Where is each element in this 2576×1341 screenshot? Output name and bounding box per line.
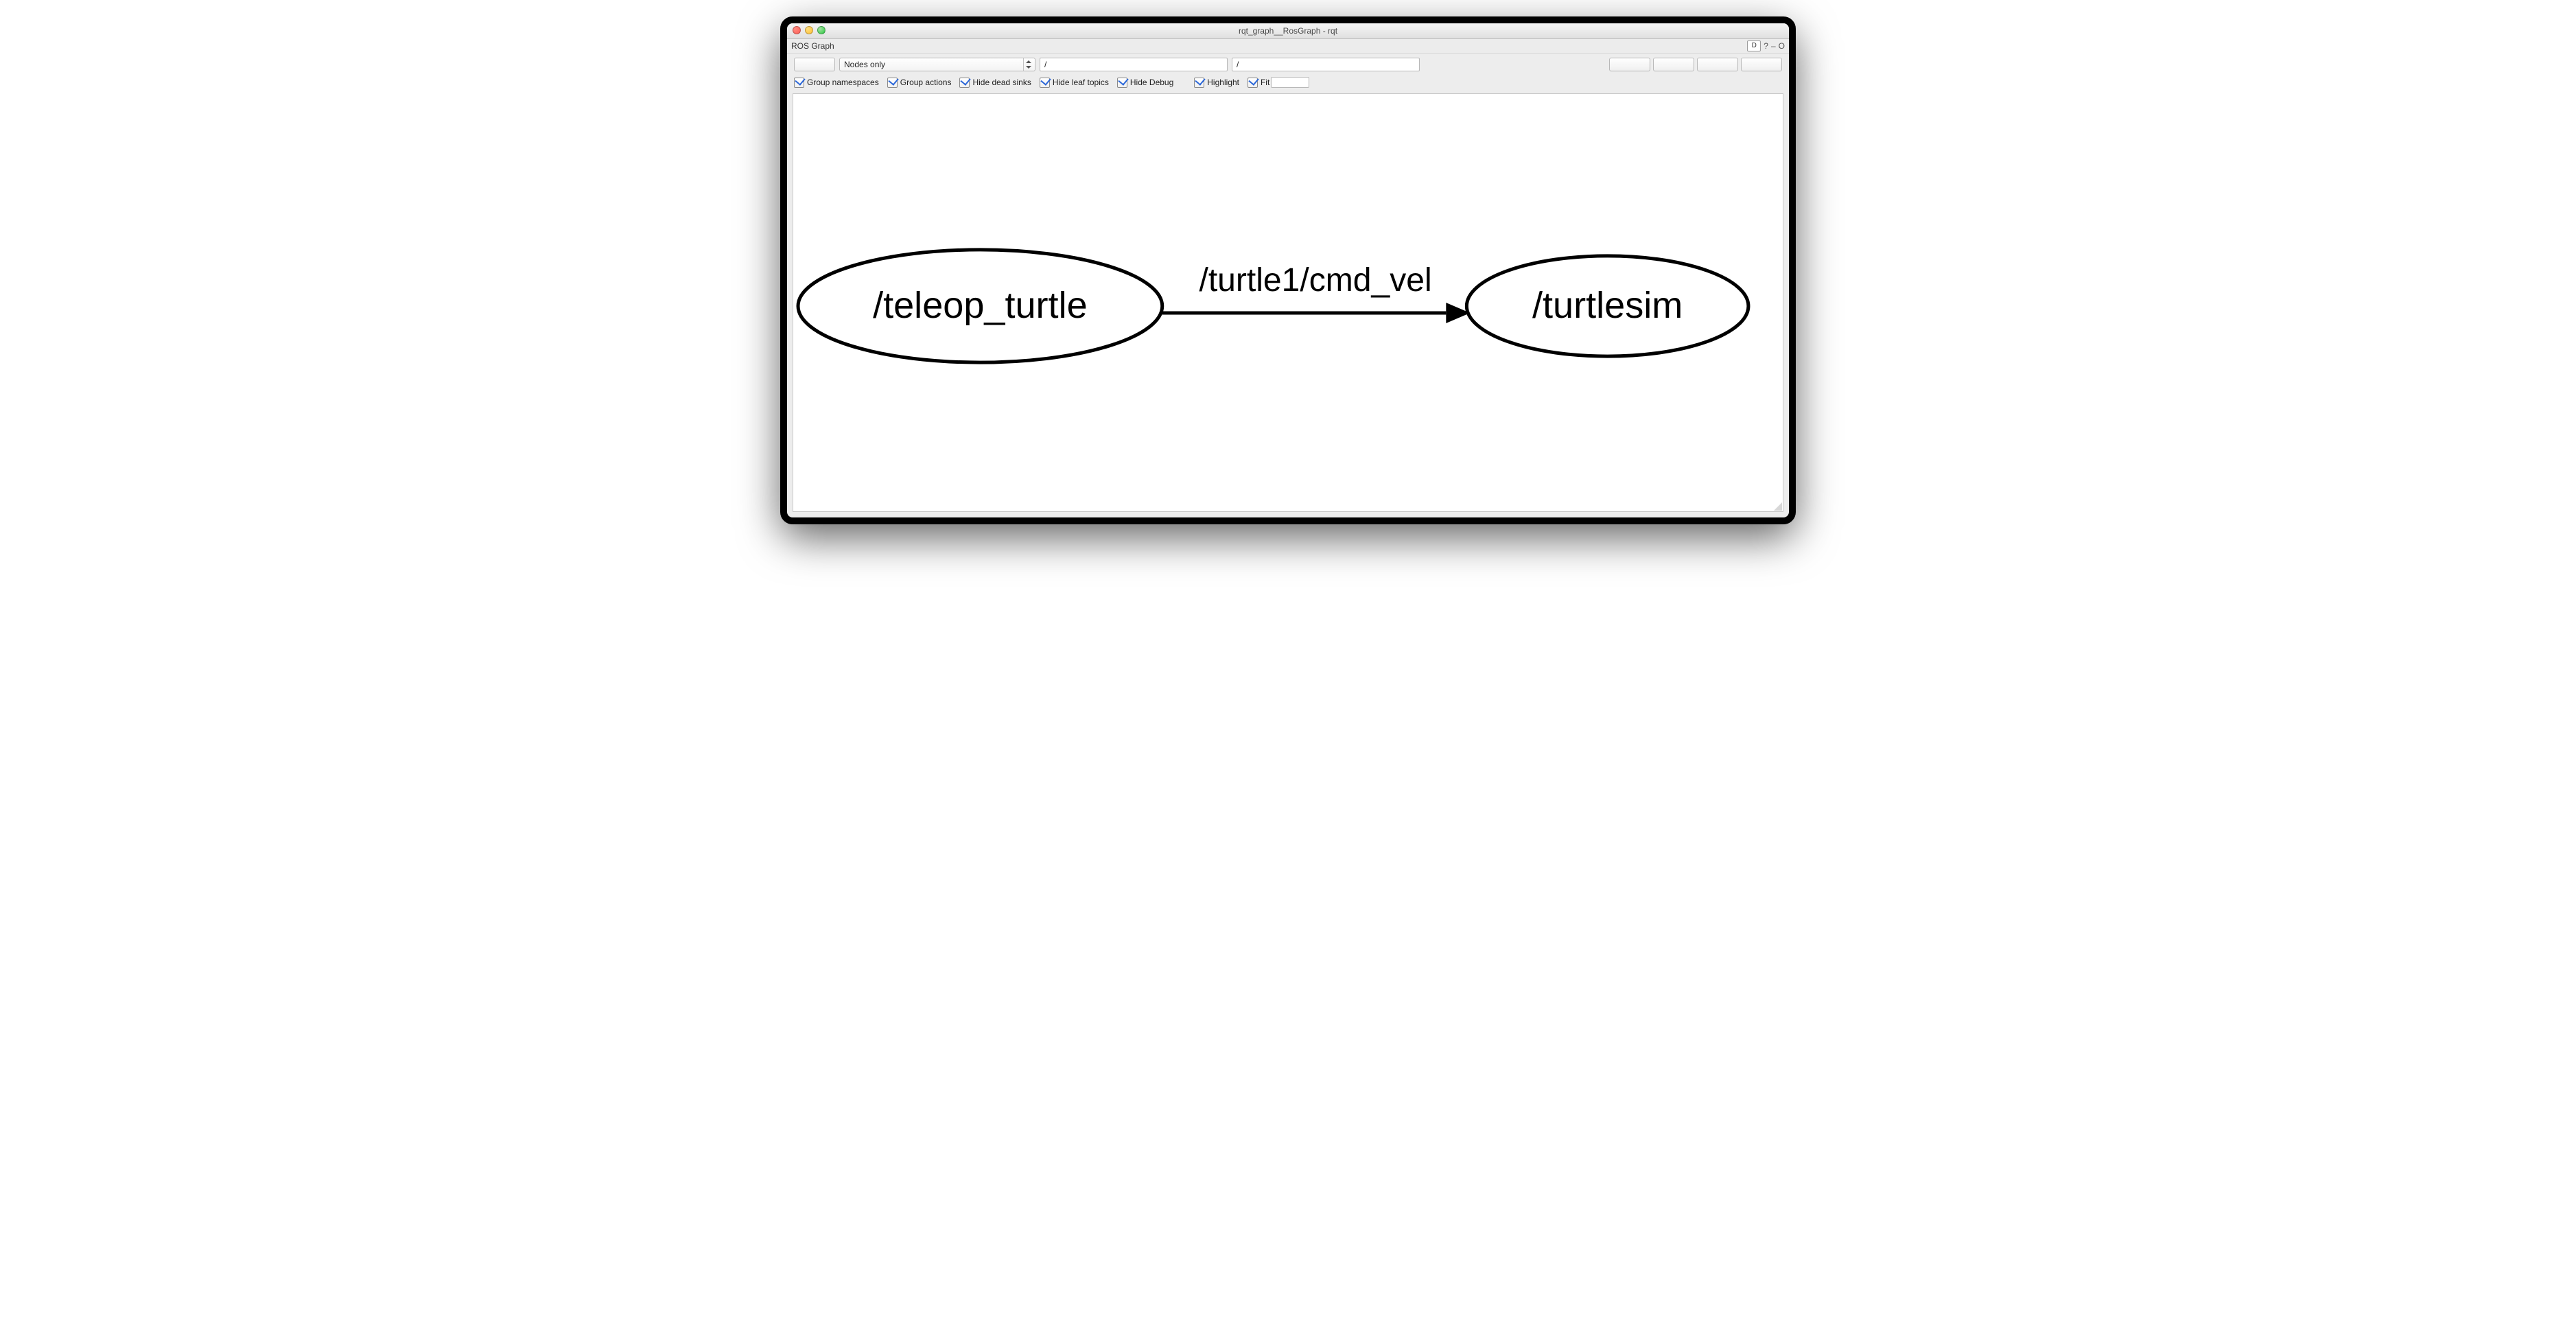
chk-group-namespaces[interactable]: Group namespaces	[794, 78, 879, 88]
checkbox-icon	[959, 78, 970, 88]
checkbox-icon	[887, 78, 898, 88]
zoom-window-icon[interactable]	[817, 26, 826, 34]
minimize-window-icon[interactable]	[805, 26, 813, 34]
traffic-lights	[793, 26, 826, 34]
close-window-icon[interactable]	[793, 26, 801, 34]
fit-ratio-input[interactable]	[1271, 77, 1309, 88]
dock-button[interactable]: D	[1747, 40, 1761, 51]
chevron-updown-icon	[1023, 58, 1033, 71]
chk-label: Hide dead sinks	[972, 78, 1031, 87]
chk-highlight[interactable]: Highlight	[1194, 78, 1239, 88]
toolbar-button-3[interactable]	[1697, 58, 1738, 71]
toolbar-row-1: Nodes only / /	[787, 54, 1789, 75]
chk-label: Group actions	[900, 78, 952, 87]
plugin-titlebar[interactable]: ROS Graph D ? – O	[787, 39, 1789, 54]
chk-hide-leaf-topics[interactable]: Hide leaf topics	[1040, 78, 1109, 88]
node-filter-input[interactable]: /	[1040, 58, 1228, 71]
toolbar-button-4[interactable]	[1741, 58, 1782, 71]
app-window: rqt_graph__RosGraph - rqt ROS Graph D ? …	[787, 23, 1789, 517]
node-teleop-turtle-label: /teleop_turtle	[873, 285, 1088, 326]
close-plugin-button[interactable]: O	[1779, 41, 1785, 51]
refresh-button[interactable]	[794, 58, 835, 71]
plugin-title: ROS Graph	[791, 41, 834, 51]
topic-filter-value: /	[1237, 60, 1239, 69]
checkbox-icon	[1248, 78, 1258, 88]
edge-label: /turtle1/cmd_vel	[1199, 261, 1431, 299]
toolbar-button-1[interactable]	[1609, 58, 1650, 71]
right-button-group	[1609, 58, 1782, 71]
graph-mode-select[interactable]: Nodes only	[839, 58, 1035, 71]
node-turtlesim-label: /turtlesim	[1532, 285, 1683, 326]
titlebar[interactable]: rqt_graph__RosGraph - rqt	[787, 23, 1789, 39]
node-filter-value: /	[1044, 60, 1046, 69]
ros-graph-svg: /teleop_turtle /turtlesim /turtle1/cmd_v…	[793, 94, 1783, 511]
checkbox-icon	[794, 78, 804, 88]
resize-grip-icon[interactable]	[1772, 501, 1782, 511]
help-button[interactable]: ?	[1764, 41, 1768, 51]
window-title: rqt_graph__RosGraph - rqt	[787, 26, 1789, 36]
chk-label: Highlight	[1207, 78, 1239, 87]
graph-canvas[interactable]: /teleop_turtle /turtlesim /turtle1/cmd_v…	[793, 93, 1783, 512]
float-button[interactable]: –	[1771, 41, 1776, 51]
chk-hide-debug[interactable]: Hide Debug	[1117, 78, 1173, 88]
chk-label: Hide leaf topics	[1053, 78, 1109, 87]
checkbox-icon	[1117, 78, 1127, 88]
options-row: Group namespaces Group actions Hide dead…	[787, 75, 1789, 93]
chk-label: Fit	[1261, 78, 1269, 87]
chk-fit[interactable]: Fit	[1248, 77, 1309, 88]
checkbox-icon	[1040, 78, 1050, 88]
checkbox-icon	[1194, 78, 1204, 88]
chk-label: Group namespaces	[807, 78, 879, 87]
toolbar-button-2[interactable]	[1653, 58, 1694, 71]
chk-group-actions[interactable]: Group actions	[887, 78, 952, 88]
chk-hide-dead-sinks[interactable]: Hide dead sinks	[959, 78, 1031, 88]
graph-mode-value: Nodes only	[844, 60, 885, 69]
chk-label: Hide Debug	[1130, 78, 1173, 87]
topic-filter-input[interactable]: /	[1232, 58, 1420, 71]
